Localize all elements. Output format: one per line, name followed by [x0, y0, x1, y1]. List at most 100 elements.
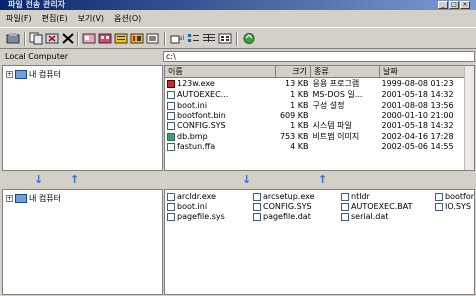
file-name: AUTOEXEC... — [177, 90, 229, 99]
toolbar-separator — [236, 32, 238, 46]
table-row[interactable]: bootfont.bin 609 KB 2000-01-10 21:00 — [165, 111, 474, 120]
file-name-cell: CONFIG.SYS — [165, 120, 276, 131]
window-title: 파일 전송 관리자 — [8, 0, 66, 9]
toolbar-separator — [24, 32, 26, 46]
table-row[interactable]: CONFIG.SYS 1 KB 시스템 파일 2001-05-18 14:32 — [165, 120, 474, 131]
file-name: db.bmp — [177, 132, 208, 141]
file-size-cell: 1 KB — [290, 121, 309, 130]
file-name: bootfont.bin — [177, 111, 226, 120]
file-icon — [167, 132, 175, 141]
upload-arrow-icon[interactable]: ↑ — [318, 173, 327, 186]
tree-node-label: 내 컴퓨터 — [29, 194, 61, 203]
remote-file-list[interactable]: 이름 크기 종류 날짜 123w.exe 13 KB 응용 프로그램 1999-08-… — [164, 65, 475, 171]
file-size-cell: 753 KB — [279, 132, 309, 141]
file-icon — [253, 212, 261, 221]
file-type-cell: MS-DOS 일... — [312, 90, 363, 99]
list-item[interactable]: pagefile.dat — [253, 212, 311, 221]
download-arrow-icon[interactable]: ↓ — [242, 173, 251, 186]
list-item[interactable]: arcldr.exe — [167, 192, 216, 201]
vertical-scrollbar[interactable] — [464, 66, 474, 170]
column-date-header[interactable]: 날짜 — [379, 66, 474, 78]
expand-icon[interactable]: + — [6, 195, 13, 202]
list-item[interactable]: bootfont — [435, 192, 474, 201]
menu-options[interactable]: 옵션(O) — [114, 13, 141, 24]
list-item[interactable]: boot.ini — [167, 202, 207, 211]
download-arrow-icon[interactable]: ↓ — [34, 173, 43, 186]
file-date-cell: 1999-08-08 01:23 — [381, 79, 454, 88]
list-item[interactable]: CONFIG.SYS — [253, 202, 312, 211]
local-tree-panel[interactable]: + 내 컴퓨터 — [2, 65, 163, 171]
file-icon — [167, 212, 175, 221]
file-name: boot.ini — [177, 101, 208, 110]
properties-icon[interactable] — [146, 32, 160, 45]
transfer-bar: ↓ ↑ ↓ ↑ — [0, 171, 476, 187]
view-detail-icon[interactable] — [130, 32, 144, 45]
folder-up-icon[interactable]: ab — [170, 32, 184, 45]
view-list-icon[interactable] — [114, 32, 128, 45]
refresh-icon[interactable] — [242, 32, 256, 45]
file-type-cell — [311, 142, 380, 151]
file-date-cell: 2001-08-08 13:56 — [381, 101, 454, 110]
file-size-cell: 13 KB — [285, 79, 309, 88]
maximize-button[interactable]: □ — [449, 1, 459, 9]
window-controls: _ □ × — [438, 1, 470, 9]
minimize-button[interactable]: _ — [438, 1, 448, 9]
file-name: 123w.exe — [177, 79, 215, 88]
file-size-cell: 4 KB — [290, 142, 309, 151]
bottom-file-list[interactable]: arcldr.exe arcsetup.exe ntldr bootfont b… — [164, 189, 475, 295]
upload-arrow-icon[interactable]: ↑ — [70, 173, 79, 186]
list-item[interactable]: pagefile.sys — [167, 212, 225, 221]
menu-bar: 파일(F) 편집(E) 보기(V) 옵션(O) — [0, 11, 476, 25]
menu-view[interactable]: 보기(V) — [78, 13, 104, 24]
view-large-icon[interactable] — [82, 32, 96, 45]
bottom-tree-panel[interactable]: + 내 컴퓨터 — [2, 189, 163, 295]
table-row[interactable]: AUTOEXEC... 1 KB MS-DOS 일... 2001-05-18 14:… — [165, 89, 474, 100]
file-date-cell: 2000-01-10 21:00 — [381, 111, 454, 120]
file-icon — [167, 90, 175, 99]
remote-address-field[interactable]: c:\ — [163, 51, 475, 62]
table-row[interactable]: fastun.ffa 4 KB 2002-05-06 14:55 — [165, 142, 474, 151]
expand-icon[interactable]: + — [6, 71, 13, 78]
file-name-cell: AUTOEXEC... — [165, 89, 276, 100]
list-item[interactable]: serial.dat — [341, 212, 388, 221]
column-size-header[interactable]: 크기 — [275, 66, 311, 78]
tree-node-my-computer[interactable]: + 내 컴퓨터 — [3, 66, 162, 80]
file-icon — [435, 202, 443, 211]
file-icon — [435, 192, 443, 201]
table-row[interactable]: db.bmp 753 KB 비트맵 이미지 2002-04-16 17:28 — [165, 131, 474, 142]
file-icon — [341, 192, 349, 201]
file-name: CONFIG.SYS — [177, 121, 226, 130]
file-date-cell: 2002-05-06 14:55 — [381, 142, 454, 151]
file-icon — [341, 212, 349, 221]
file-name-cell: 123w.exe — [165, 78, 276, 90]
tree-node-my-computer[interactable]: + 내 컴퓨터 — [3, 190, 162, 204]
list-item[interactable]: IO.SYS — [435, 202, 471, 211]
file-size-cell: 1 KB — [290, 101, 309, 110]
toolbar-separator — [77, 32, 79, 46]
list-item[interactable]: AUTOEXEC.BAT — [341, 202, 412, 211]
file-icon — [253, 202, 261, 211]
column-name-header[interactable]: 이름 — [165, 66, 276, 78]
file-icon — [167, 142, 175, 151]
table-row[interactable]: boot.ini 1 KB 구성 설정 2001-08-08 13:56 — [165, 100, 474, 111]
file-icon — [167, 121, 175, 130]
menu-file[interactable]: 파일(F) — [6, 13, 32, 24]
new-folder-icon[interactable] — [186, 32, 200, 45]
copy-icon[interactable] — [29, 32, 43, 45]
details-icon[interactable] — [202, 32, 216, 45]
cut-icon[interactable] — [45, 32, 59, 45]
close-button[interactable]: × — [460, 1, 470, 9]
file-name-cell: fastun.ffa — [165, 142, 276, 151]
list-item[interactable]: ntldr — [341, 192, 370, 201]
disconnect-icon[interactable] — [6, 32, 20, 45]
menu-edit[interactable]: 편집(E) — [42, 13, 68, 24]
column-type-header[interactable]: 종류 — [310, 66, 380, 78]
view-thumb-icon[interactable] — [218, 32, 232, 45]
file-icon — [167, 202, 175, 211]
table-row[interactable]: 123w.exe 13 KB 응용 프로그램 1999-08-08 01:23 — [165, 78, 474, 90]
view-small-icon[interactable] — [98, 32, 112, 45]
file-type-cell: 비트맵 이미지 — [312, 132, 360, 141]
list-item[interactable]: arcsetup.exe — [253, 192, 315, 201]
delete-icon[interactable] — [61, 32, 75, 45]
toolbar: ab — [0, 27, 476, 49]
